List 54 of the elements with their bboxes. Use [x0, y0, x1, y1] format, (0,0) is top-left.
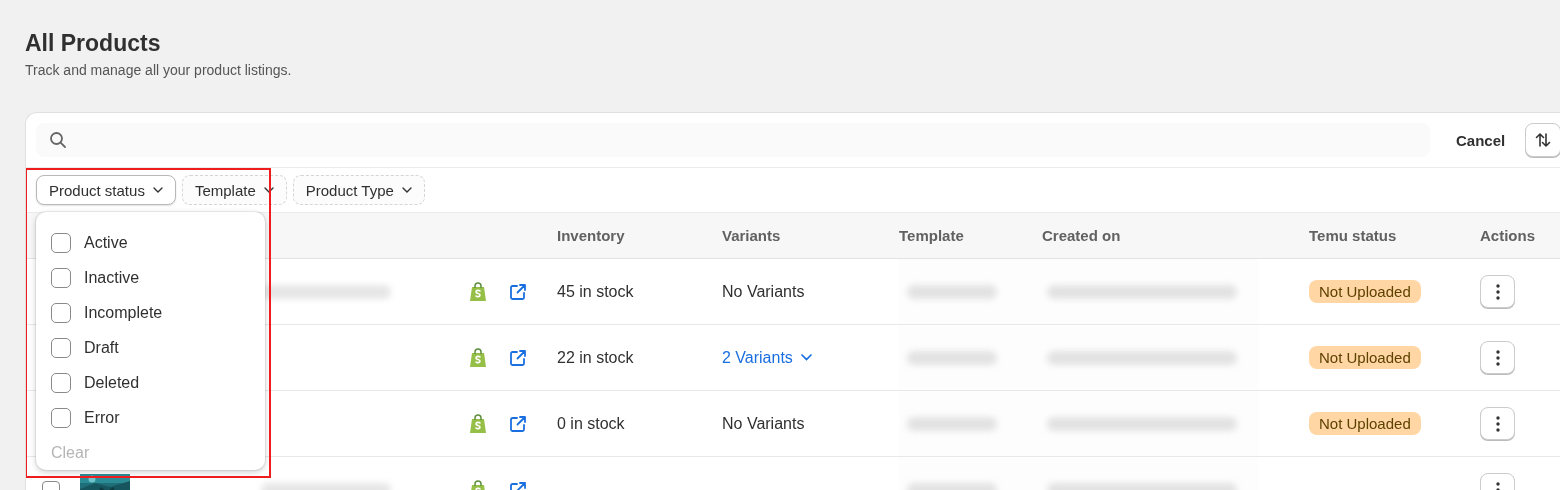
column-header: Template	[899, 227, 965, 244]
shopping-bag-icon	[469, 413, 487, 434]
status-option[interactable]: Draft	[51, 330, 265, 365]
status-badge: Not Uploaded	[1309, 346, 1421, 369]
chevron-down-icon	[263, 187, 274, 193]
shopping-bag-icon	[469, 347, 487, 368]
chevron-down-icon	[800, 354, 812, 361]
variants-cell: No Variants	[722, 414, 805, 433]
status-option[interactable]: Inactive	[51, 260, 265, 295]
checkbox[interactable]	[51, 407, 71, 428]
status-option[interactable]: Deleted	[51, 365, 265, 400]
external-link-icon[interactable]	[509, 414, 527, 433]
status-badge: Not Uploaded	[1309, 412, 1421, 435]
cancel-button[interactable]: Cancel	[1456, 131, 1506, 149]
sort-button[interactable]	[1525, 123, 1560, 157]
status-badge: Not Uploaded	[1309, 280, 1421, 303]
more-actions-button[interactable]	[1480, 275, 1515, 308]
checkbox[interactable]	[51, 337, 71, 358]
more-icon	[1495, 481, 1500, 490]
column-header: Actions	[1480, 227, 1536, 244]
chevron-down-icon	[152, 187, 163, 193]
more-actions-button[interactable]	[1480, 407, 1515, 440]
checkbox[interactable]	[51, 232, 71, 253]
search-field[interactable]	[36, 123, 1430, 157]
more-actions-button[interactable]	[1480, 341, 1515, 374]
inventory-cell-text: 22 in stock	[557, 348, 635, 367]
more-icon	[1495, 283, 1500, 300]
status-option[interactable]: Active	[51, 225, 265, 260]
filter-dropdown[interactable]: Template	[181, 175, 287, 205]
status-option[interactable]: Incomplete	[51, 295, 265, 330]
column-header: Created on	[1042, 227, 1122, 244]
inventory-cell-text: 45 in stock	[557, 282, 635, 301]
variants-link[interactable]: 2 Variants	[722, 348, 812, 367]
chevron-down-icon	[401, 187, 412, 193]
more-icon	[1495, 349, 1500, 366]
status-option[interactable]: Error	[51, 400, 265, 435]
checkbox[interactable]	[51, 302, 71, 323]
external-link-icon[interactable]	[509, 348, 527, 367]
filter-dropdown[interactable]: Product Type	[292, 175, 425, 205]
sort-icon	[1534, 131, 1553, 149]
column-header: Inventory	[557, 227, 626, 244]
filter-dropdown[interactable]: Product status	[36, 175, 176, 205]
checkbox[interactable]	[51, 372, 71, 393]
more-icon	[1495, 415, 1500, 432]
checkbox[interactable]	[51, 267, 71, 288]
inventory-cell-text: 0 in stock	[557, 414, 626, 433]
column-header: Variants	[722, 227, 782, 244]
variants-cell: No Variants	[722, 282, 805, 301]
page-subtitle: Track and manage all your product listings.	[25, 62, 293, 78]
shopping-bag-icon	[469, 281, 487, 302]
column-header: Temu status	[1309, 227, 1398, 244]
page-title: All Products	[25, 30, 162, 56]
search-icon	[49, 131, 67, 149]
external-link-icon[interactable]	[509, 282, 527, 301]
